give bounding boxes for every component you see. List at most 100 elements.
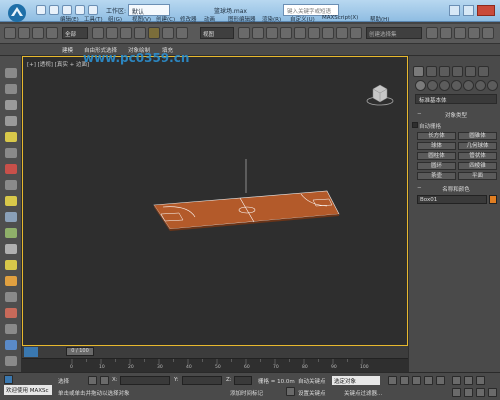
angle-snap-icon[interactable] bbox=[294, 27, 306, 39]
teapot-icon[interactable] bbox=[5, 244, 17, 254]
mini-curve-icon[interactable] bbox=[24, 347, 38, 357]
menu-modifiers[interactable]: 修改器 bbox=[180, 15, 197, 23]
zoom-all-icon[interactable] bbox=[464, 376, 473, 385]
zoom-extents-icon[interactable] bbox=[476, 376, 485, 385]
hierarchy-tab-icon[interactable] bbox=[439, 66, 450, 77]
category-dropdown[interactable]: 标准基本体 bbox=[415, 94, 497, 104]
torus-icon[interactable] bbox=[5, 228, 17, 238]
lock-selection-icon[interactable] bbox=[88, 376, 97, 385]
cylinder-button[interactable]: 圆柱体 bbox=[417, 152, 456, 160]
add-time-tag[interactable]: 添加时间标记 bbox=[230, 389, 263, 397]
render-setup-icon[interactable] bbox=[468, 27, 480, 39]
box-button[interactable]: 长方体 bbox=[417, 132, 456, 140]
pyramid-button[interactable]: 四棱锥 bbox=[458, 162, 497, 170]
named-selection-set-input[interactable]: 创建选择集 bbox=[366, 27, 422, 39]
teapot-button[interactable]: 茶壶 bbox=[417, 172, 456, 180]
sun-icon[interactable] bbox=[5, 196, 17, 206]
select-object-icon[interactable] bbox=[92, 27, 104, 39]
script-listener-icon[interactable] bbox=[4, 375, 13, 384]
align-icon[interactable] bbox=[426, 27, 438, 39]
edit-named-sets-icon[interactable] bbox=[336, 27, 348, 39]
maximize-viewport-icon[interactable] bbox=[488, 388, 497, 397]
camera-icon[interactable] bbox=[5, 148, 17, 158]
select-move-icon[interactable] bbox=[148, 27, 160, 39]
maxscript-listener[interactable]: 欢迎使用 MAXSc bbox=[4, 385, 52, 395]
lights-icon[interactable] bbox=[439, 80, 450, 91]
helpers-icon[interactable] bbox=[463, 80, 474, 91]
select-scale-icon[interactable] bbox=[176, 27, 188, 39]
menu-group[interactable]: 组(G) bbox=[108, 15, 122, 23]
helper-icon[interactable] bbox=[5, 164, 17, 174]
layer-manager-icon[interactable] bbox=[440, 27, 452, 39]
perspective-viewport[interactable]: [+] [透视] [真实 + 边面] www.pc0359.cn bbox=[22, 51, 408, 346]
name-color-rollout-title[interactable]: 名称和颜色 bbox=[415, 185, 497, 193]
display-icon[interactable] bbox=[5, 116, 17, 126]
spacewarp-icon[interactable] bbox=[5, 180, 17, 190]
fov-icon[interactable] bbox=[452, 388, 461, 397]
star-icon[interactable] bbox=[5, 276, 17, 286]
create-tab-icon[interactable] bbox=[413, 66, 424, 77]
prev-frame-icon[interactable] bbox=[400, 376, 409, 385]
percent-snap-icon[interactable] bbox=[308, 27, 320, 39]
container-icon[interactable] bbox=[5, 68, 17, 78]
plane-icon[interactable] bbox=[5, 324, 17, 334]
display-tab-icon[interactable] bbox=[465, 66, 476, 77]
wrench-icon[interactable] bbox=[5, 356, 17, 366]
next-frame-icon[interactable] bbox=[424, 376, 433, 385]
cone-button[interactable]: 圆锥体 bbox=[458, 132, 497, 140]
menu-rendering[interactable]: 渲染(R) bbox=[262, 15, 281, 23]
select-rotate-icon[interactable] bbox=[162, 27, 174, 39]
sphere-icon[interactable] bbox=[5, 340, 17, 350]
window-crossing-icon[interactable] bbox=[134, 27, 146, 39]
bone-icon[interactable] bbox=[5, 308, 17, 318]
systems-icon[interactable] bbox=[487, 80, 498, 91]
material-editor-icon[interactable] bbox=[454, 27, 466, 39]
key-mode-select[interactable]: 选定对象 bbox=[332, 376, 380, 385]
mirror-icon[interactable] bbox=[350, 27, 362, 39]
geosphere-button[interactable]: 几何球体 bbox=[458, 142, 497, 150]
go-to-end-icon[interactable] bbox=[436, 376, 445, 385]
shapes-icon[interactable] bbox=[427, 80, 438, 91]
link-icon[interactable] bbox=[32, 27, 44, 39]
absolute-mode-icon[interactable] bbox=[100, 376, 109, 385]
track-bar[interactable]: 0 10 20 30 40 50 60 70 80 90 100 bbox=[22, 358, 408, 372]
key-filters-button[interactable]: 关键点过滤器... bbox=[344, 389, 382, 397]
orbit-icon[interactable] bbox=[476, 388, 485, 397]
torus-button[interactable]: 圆环 bbox=[417, 162, 456, 170]
cylinder-icon[interactable] bbox=[5, 212, 17, 222]
menu-maxscript[interactable]: MAXScript(X) bbox=[322, 15, 358, 21]
reference-coordinate-select[interactable]: 视图 bbox=[200, 27, 234, 39]
utilities-tab-icon[interactable] bbox=[478, 66, 489, 77]
go-to-start-icon[interactable] bbox=[388, 376, 397, 385]
select-manipulate-icon[interactable] bbox=[252, 27, 264, 39]
selection-filter-select[interactable]: 全部 bbox=[62, 27, 88, 39]
menu-edit[interactable]: 编辑(E) bbox=[60, 15, 79, 23]
time-slider[interactable]: 0 / 100 bbox=[66, 347, 94, 356]
z-coord-input[interactable] bbox=[234, 376, 252, 385]
pivot-center-icon[interactable] bbox=[238, 27, 250, 39]
tube-button[interactable]: 管状体 bbox=[458, 152, 497, 160]
render-icon[interactable] bbox=[482, 27, 494, 39]
menu-animation[interactable]: 动画 bbox=[204, 15, 215, 23]
play-icon[interactable] bbox=[412, 376, 421, 385]
menu-create[interactable]: 创建(C) bbox=[156, 15, 175, 23]
light-icon[interactable] bbox=[5, 132, 17, 142]
menu-customize[interactable]: 自定义(U) bbox=[290, 15, 315, 23]
menu-graph-editors[interactable]: 图形编辑器 bbox=[228, 15, 256, 23]
snap-toggle-icon[interactable] bbox=[280, 27, 292, 39]
sphere-button[interactable]: 球体 bbox=[417, 142, 456, 150]
set-key-icon[interactable] bbox=[286, 387, 295, 396]
cameras-icon[interactable] bbox=[451, 80, 462, 91]
keyboard-shortcut-icon[interactable] bbox=[266, 27, 278, 39]
menu-views[interactable]: 视图(V) bbox=[132, 15, 151, 23]
modify-tab-icon[interactable] bbox=[426, 66, 437, 77]
object-type-rollout-title[interactable]: 对象类型 bbox=[415, 111, 497, 119]
y-coord-input[interactable] bbox=[182, 376, 222, 385]
motion-tab-icon[interactable] bbox=[452, 66, 463, 77]
auto-key-button[interactable]: 自动关键点 bbox=[298, 377, 326, 385]
menu-tools[interactable]: 工具(T) bbox=[84, 15, 103, 23]
plane-button[interactable]: 平面 bbox=[458, 172, 497, 180]
menu-help[interactable]: 帮助(H) bbox=[370, 15, 389, 23]
spacewarps-icon[interactable] bbox=[475, 80, 486, 91]
layer-icon[interactable] bbox=[5, 84, 17, 94]
